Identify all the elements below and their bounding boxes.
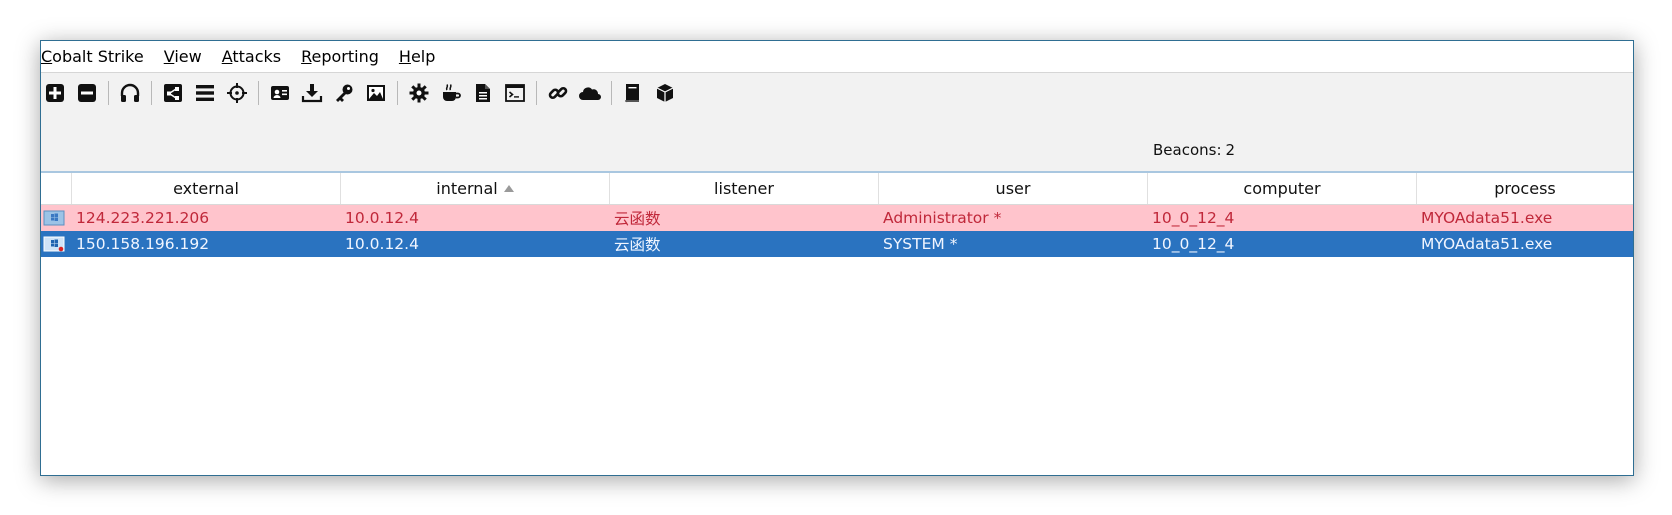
cell-external: 150.158.196.192 bbox=[76, 235, 210, 253]
pivot-graph-icon bbox=[164, 84, 182, 102]
generate-payload-icon bbox=[409, 83, 429, 103]
about-button[interactable] bbox=[651, 79, 679, 107]
column-header-listener[interactable]: listener bbox=[610, 173, 879, 204]
listeners-button[interactable] bbox=[116, 79, 144, 107]
column-header-internal[interactable]: internal bbox=[341, 173, 610, 204]
cell-computer: 10_0_12_4 bbox=[1152, 235, 1235, 253]
generate-payload-button[interactable] bbox=[405, 79, 433, 107]
cell-user: SYSTEM * bbox=[883, 235, 958, 253]
targets-button[interactable] bbox=[223, 79, 251, 107]
menu-bar: Cobalt Strike View Attacks Reporting Hel… bbox=[41, 41, 1633, 73]
session-table-button[interactable] bbox=[191, 79, 219, 107]
link-icon bbox=[548, 86, 568, 100]
java-attack-icon bbox=[443, 84, 461, 101]
credentials-icon bbox=[271, 86, 289, 100]
status-line: Beacons: 2 bbox=[41, 113, 1633, 171]
toolbar-separator bbox=[397, 81, 398, 105]
credentials-button[interactable] bbox=[266, 79, 294, 107]
toolbar bbox=[41, 73, 1633, 113]
table-header: external internal listener user computer… bbox=[41, 173, 1633, 205]
cell-listener: 云函数 bbox=[614, 236, 661, 254]
menu-reporting[interactable]: Reporting bbox=[301, 47, 379, 66]
disconnect-button[interactable] bbox=[73, 79, 101, 107]
downloads-button[interactable] bbox=[298, 79, 326, 107]
keystrokes-button[interactable] bbox=[330, 79, 358, 107]
toolbar-separator bbox=[151, 81, 152, 105]
cell-computer: 10_0_12_4 bbox=[1152, 209, 1235, 227]
toolbar-separator bbox=[611, 81, 612, 105]
new-connection-icon bbox=[46, 84, 64, 102]
table-row[interactable]: 150.158.196.192 10.0.12.4 云函数 SYSTEM * 1… bbox=[41, 231, 1633, 257]
sort-ascending-icon bbox=[503, 185, 514, 192]
book-icon bbox=[625, 84, 639, 103]
toolbar-separator bbox=[536, 81, 537, 105]
menu-help[interactable]: Help bbox=[399, 47, 435, 66]
column-header-icon[interactable] bbox=[41, 173, 72, 204]
keystrokes-icon bbox=[336, 84, 353, 102]
menu-cobalt-strike[interactable]: Cobalt Strike bbox=[41, 47, 144, 66]
disconnect-icon bbox=[78, 84, 96, 102]
cell-listener: 云函数 bbox=[614, 210, 661, 228]
targets-icon bbox=[227, 83, 247, 103]
screenshots-button[interactable] bbox=[362, 79, 390, 107]
listeners-icon bbox=[120, 83, 140, 102]
menu-view[interactable]: View bbox=[164, 47, 202, 66]
java-attack-button[interactable] bbox=[437, 79, 465, 107]
column-header-user[interactable]: user bbox=[879, 173, 1148, 204]
column-header-process[interactable]: process bbox=[1417, 173, 1633, 204]
new-connection-button[interactable] bbox=[41, 79, 69, 107]
cell-external: 124.223.221.206 bbox=[76, 209, 210, 227]
host-file-button[interactable] bbox=[576, 79, 604, 107]
cell-process: MYOAdata51.exe bbox=[1421, 235, 1553, 253]
cobalt-strike-window: Cobalt Strike View Attacks Reporting Hel… bbox=[40, 40, 1634, 476]
toolbar-separator bbox=[258, 81, 259, 105]
column-header-computer[interactable]: computer bbox=[1148, 173, 1417, 204]
ms-office-macro-button[interactable] bbox=[469, 79, 497, 107]
cell-user: Administrator * bbox=[883, 209, 1002, 227]
windows-host-icon bbox=[41, 205, 72, 231]
toolbar-separator bbox=[108, 81, 109, 105]
web-delivery-icon bbox=[505, 84, 525, 102]
windows-host-icon bbox=[41, 231, 72, 257]
downloads-icon bbox=[301, 84, 323, 103]
cell-internal: 10.0.12.4 bbox=[345, 209, 419, 227]
beacons-count: Beacons: 2 bbox=[1153, 141, 1236, 159]
cell-internal: 10.0.12.4 bbox=[345, 235, 419, 253]
beacon-table: external internal listener user computer… bbox=[41, 171, 1633, 475]
table-row[interactable]: 124.223.221.206 10.0.12.4 云函数 Administra… bbox=[41, 205, 1633, 231]
web-delivery-button[interactable] bbox=[501, 79, 529, 107]
column-header-external[interactable]: external bbox=[72, 173, 341, 204]
pivot-graph-button[interactable] bbox=[159, 79, 187, 107]
ms-office-macro-icon bbox=[476, 84, 490, 102]
web-drive-by-button[interactable] bbox=[544, 79, 572, 107]
help-button[interactable] bbox=[619, 79, 647, 107]
session-table-icon bbox=[196, 85, 214, 101]
cloud-icon bbox=[579, 87, 601, 100]
menu-attacks[interactable]: Attacks bbox=[222, 47, 281, 66]
screenshots-icon bbox=[367, 85, 385, 101]
cube-icon bbox=[656, 84, 674, 102]
cell-process: MYOAdata51.exe bbox=[1421, 209, 1553, 227]
